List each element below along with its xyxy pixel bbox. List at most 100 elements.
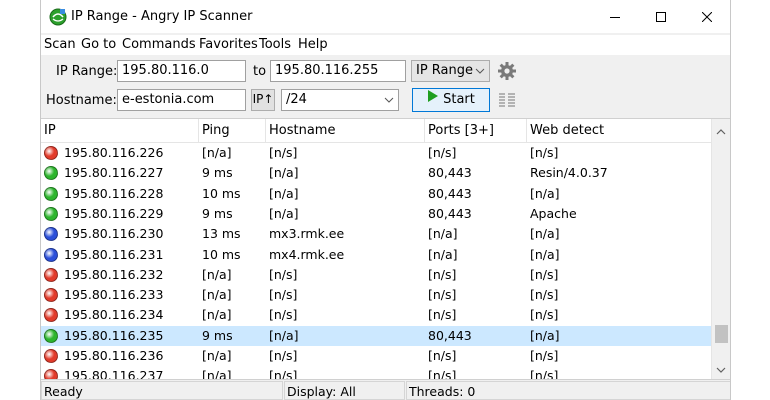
to-label: to: [253, 64, 267, 79]
menu-go-to[interactable]: Go to: [81, 37, 116, 52]
menu-scan[interactable]: Scan: [44, 37, 76, 52]
start-button[interactable]: Start: [412, 88, 490, 112]
minimize-button[interactable]: [592, 0, 638, 33]
host-status-dead-icon: [44, 267, 58, 282]
cell-hostname: [n/s]: [269, 368, 298, 379]
status-display: Display: All: [284, 381, 405, 400]
cell-ports: [n/s]: [428, 307, 457, 323]
cell-ports: [n/s]: [428, 348, 457, 363]
cell-web-detect: Apache: [530, 205, 577, 221]
cell-ping: [n/a]: [202, 287, 232, 303]
table-row[interactable]: 195.80.116.234 [n/a] [n/s] [n/s] [n/s]: [41, 305, 711, 325]
cell-ping: 10 ms: [202, 185, 241, 201]
maximize-icon: [656, 11, 666, 22]
cell-web-detect: [n/a]: [530, 246, 560, 262]
menu-help[interactable]: Help: [298, 37, 328, 52]
start-button-label: Start: [443, 92, 475, 107]
menu-commands[interactable]: Commands: [122, 37, 196, 52]
status-bar: Ready Display: All Threads: 0: [41, 379, 730, 400]
cell-web-detect: Resin/4.0.37: [530, 165, 608, 181]
hostname-input[interactable]: e-estonia.com: [117, 89, 246, 111]
cell-ping: [n/a]: [202, 266, 232, 282]
columns-icon[interactable]: [498, 92, 516, 111]
range-end-input[interactable]: 195.80.116.255: [270, 60, 406, 82]
cell-ping: [n/a]: [202, 145, 232, 160]
ip-lookup-button[interactable]: IP↑: [251, 89, 275, 111]
table-row[interactable]: 195.80.116.233 [n/a] [n/s] [n/s] [n/s]: [41, 285, 711, 305]
cell-ping: 10 ms: [202, 246, 241, 262]
cell-ip: 195.80.116.230: [64, 226, 164, 242]
netmask-select-value: /24: [286, 92, 307, 107]
cell-ports: 80,443: [428, 165, 472, 181]
chevron-down-icon: [384, 93, 394, 110]
cell-web-detect: [n/a]: [530, 185, 560, 201]
maximize-button[interactable]: [638, 0, 684, 33]
host-status-alive-icon: [44, 206, 58, 221]
chevron-up-icon[interactable]: [716, 125, 726, 139]
table-row[interactable]: 195.80.116.235 9 ms [n/a] 80,443 [n/a]: [41, 325, 711, 346]
cell-ports: 80,443: [428, 185, 472, 201]
cell-hostname: [n/s]: [269, 287, 298, 303]
table-row[interactable]: 195.80.116.226 [n/a] [n/s] [n/s] [n/s]: [41, 143, 711, 163]
table-row[interactable]: 195.80.116.232 [n/a] [n/s] [n/s] [n/s]: [41, 265, 711, 285]
cell-ip: 195.80.116.236: [64, 348, 164, 363]
cell-hostname: [n/a]: [269, 205, 299, 221]
netmask-select[interactable]: /24: [281, 89, 399, 111]
cell-ip: 195.80.116.234: [64, 307, 164, 323]
table-row[interactable]: 195.80.116.227 9 ms [n/a] 80,443 Resin/4.0.3…: [41, 163, 711, 183]
cell-ip: 195.80.116.231: [64, 246, 164, 262]
column-header-ping[interactable]: Ping: [199, 119, 266, 143]
status-threads: Threads: 0: [406, 381, 730, 400]
table-row[interactable]: 195.80.116.237 [n/a] [n/s] [n/s] [n/s]: [41, 366, 711, 379]
feeder-select[interactable]: IP Range: [411, 60, 490, 82]
cell-web-detect: [n/s]: [530, 368, 559, 379]
cell-ip: 195.80.116.227: [64, 165, 164, 181]
play-icon: [427, 89, 439, 110]
cell-ports: [n/s]: [428, 145, 457, 160]
close-button[interactable]: [684, 0, 730, 33]
cell-ip: 195.80.116.232: [64, 266, 164, 282]
results-table[interactable]: IP Ping Hostname Ports [3+] Web detect 1…: [41, 118, 730, 379]
table-row[interactable]: 195.80.116.230 13 ms mx3.rmk.ee [n/a] [n/a]: [41, 224, 711, 244]
cell-ping: [n/a]: [202, 348, 232, 363]
cell-ip: 195.80.116.228: [64, 185, 164, 201]
cell-ports: [n/s]: [428, 368, 457, 379]
cell-ports: 80,443: [428, 327, 472, 343]
menu-tools[interactable]: Tools: [259, 37, 291, 52]
host-status-alive-icon: [44, 328, 58, 343]
scrollbar-thumb[interactable]: [715, 325, 728, 343]
host-status-alive-icon: [44, 186, 58, 201]
chevron-down-icon[interactable]: [716, 363, 726, 377]
cell-ip: 195.80.116.226: [64, 145, 164, 160]
column-header-ip[interactable]: IP: [41, 119, 199, 143]
cell-hostname: mx3.rmk.ee: [269, 226, 345, 242]
cell-ports: [n/s]: [428, 287, 457, 303]
host-status-noports-icon: [44, 227, 58, 242]
column-header-hostname[interactable]: Hostname: [266, 119, 425, 143]
gear-icon[interactable]: [497, 61, 517, 84]
cell-ip: 195.80.116.237: [64, 368, 164, 379]
cell-hostname: mx4.rmk.ee: [269, 246, 345, 262]
ip-range-label: IP Range:: [56, 64, 118, 79]
table-row[interactable]: 195.80.116.236 [n/a] [n/s] [n/s] [n/s]: [41, 346, 711, 366]
host-status-noports-icon: [44, 247, 58, 262]
window-title: IP Range - Angry IP Scanner: [71, 9, 253, 24]
cell-web-detect: [n/s]: [530, 266, 559, 282]
table-row[interactable]: 195.80.116.228 10 ms [n/a] 80,443 [n/a]: [41, 184, 711, 204]
vertical-scrollbar[interactable]: [711, 119, 730, 379]
table-row[interactable]: 195.80.116.229 9 ms [n/a] 80,443 Apache: [41, 204, 711, 224]
table-row[interactable]: 195.80.116.231 10 ms mx4.rmk.ee [n/a] [n/a]: [41, 245, 711, 265]
cell-ip: 195.80.116.235: [64, 327, 164, 343]
cell-hostname: [n/s]: [269, 348, 298, 363]
cell-ip: 195.80.116.229: [64, 205, 164, 221]
range-start-input[interactable]: 195.80.116.0: [117, 60, 246, 82]
cell-ping: [n/a]: [202, 368, 232, 379]
column-header-web-detect[interactable]: Web detect: [527, 119, 711, 143]
cell-hostname: [n/s]: [269, 266, 298, 282]
host-status-dead-icon: [44, 308, 58, 323]
host-status-dead-icon: [44, 288, 58, 303]
column-header-ports[interactable]: Ports [3+]: [425, 119, 527, 143]
menu-favorites[interactable]: Favorites: [199, 37, 258, 52]
cell-hostname: [n/a]: [269, 327, 299, 343]
cell-hostname: [n/a]: [269, 165, 299, 181]
